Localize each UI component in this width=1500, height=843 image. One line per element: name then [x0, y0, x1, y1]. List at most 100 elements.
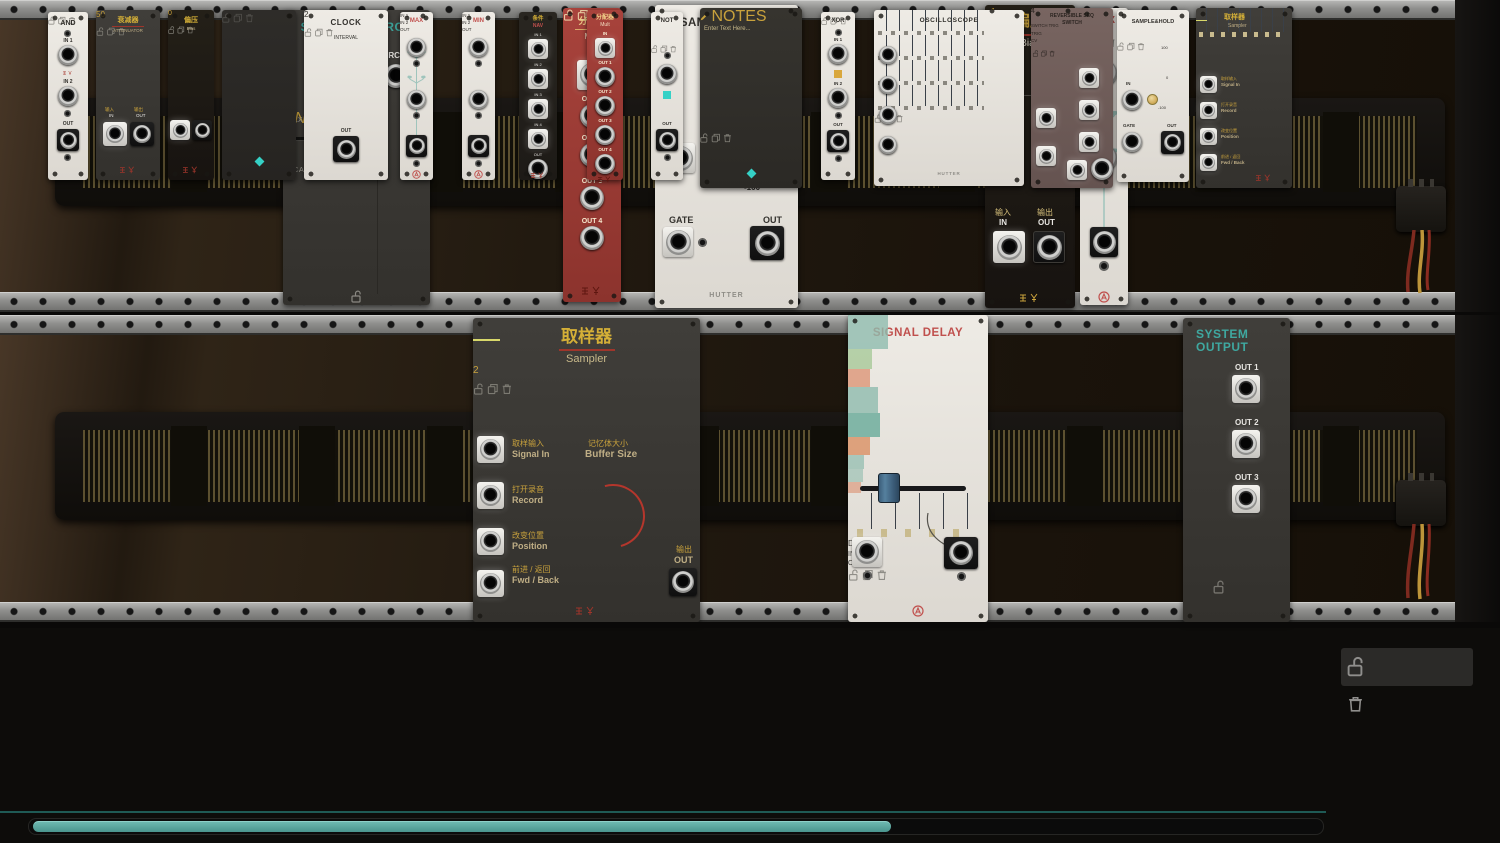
tray-scrollbar-thumb[interactable] — [33, 821, 891, 832]
tray-module-sampler[interactable]: 取样器 Sampler 取样输入 Signal In 打开录音 Record 改… — [1196, 8, 1292, 188]
tray-scrollbar-track[interactable] — [28, 818, 1324, 835]
in-jack[interactable] — [170, 120, 190, 140]
in-jack[interactable] — [657, 64, 677, 84]
unlock-icon[interactable] — [1213, 580, 1224, 594]
step-1-jack[interactable] — [1079, 68, 1099, 88]
clock-knob[interactable] — [319, 64, 373, 118]
tray-module-bias[interactable]: 偏压 Bias 0 — [168, 10, 214, 180]
in-1-jack[interactable] — [828, 44, 848, 64]
record-jack[interactable] — [1200, 102, 1217, 119]
gate-jack[interactable] — [1122, 132, 1142, 152]
position-jack[interactable] — [477, 528, 504, 555]
in-1-jack[interactable] — [407, 38, 426, 57]
in-1-jack[interactable] — [528, 39, 548, 59]
out-jack[interactable] — [57, 129, 79, 151]
out-2-jack[interactable] — [595, 96, 615, 116]
out-4-jack[interactable] — [580, 226, 604, 250]
tray-module-clock[interactable]: CLOCK INTERVAL 2 OUT — [304, 10, 388, 180]
step-4-jack[interactable] — [1067, 160, 1087, 180]
tray-module-sample-hold[interactable]: SAMPLE&HOLD 100 0 -100 IN GATE OUT — [1117, 10, 1189, 182]
tray-module-max[interactable]: MAX IN 1 IN 2 OUT — [400, 12, 433, 180]
out-3-jack[interactable] — [595, 125, 615, 145]
signal-in-jack[interactable] — [1200, 76, 1217, 93]
tray-module-not[interactable]: NOT OUT — [651, 12, 683, 180]
buffer-size-display[interactable]: 2 — [473, 365, 507, 382]
in-2-jack[interactable] — [828, 88, 848, 108]
out-jack[interactable] — [1033, 231, 1065, 263]
tray-module-nav[interactable]: 条件 NAV IN 1 IN 2 IN 3 IN 4 OUT — [519, 12, 557, 180]
tray-module-xor[interactable]: XOR IN 1 IN 2 OUT — [821, 12, 855, 180]
out-jack[interactable] — [192, 120, 212, 140]
module-action-icons[interactable] — [222, 13, 254, 23]
out-jack[interactable] — [669, 568, 697, 596]
tray-module-attenuator[interactable]: 衰减器 ATTENUATOR 50 输入 IN 输出 OUT — [96, 10, 160, 180]
in-1-jack[interactable] — [469, 38, 488, 57]
fwd-back-jack[interactable] — [477, 570, 504, 597]
unlock-icon[interactable] — [351, 290, 361, 303]
in-jack[interactable] — [1122, 90, 1142, 110]
out-1-jack[interactable] — [595, 67, 615, 87]
tray-module-seq-switch[interactable]: REVERSIBLE SEQ SWITCH 4 SWITCH TRIG TRIG… — [1031, 8, 1113, 188]
delay-slider-track[interactable] — [860, 486, 966, 491]
in-jack[interactable] — [852, 537, 882, 567]
out-jack[interactable] — [333, 136, 359, 162]
position-jack[interactable] — [1200, 128, 1217, 145]
module-signal-delay[interactable]: SIGNAL DELAY DELAY IN OUT — [848, 315, 988, 622]
bias-knob[interactable] — [176, 56, 206, 86]
out-4-jack[interactable] — [595, 154, 615, 174]
channel-3-jack[interactable] — [879, 106, 897, 124]
in-jack[interactable] — [993, 231, 1025, 263]
in-2-jack[interactable] — [528, 69, 548, 89]
tray-module-mult[interactable]: 分配器 Mult IN OUT 1 OUT 2 OUT 3 OUT 4 — [587, 10, 623, 180]
module-sampler[interactable]: 取样器 Sampler 取样输入 Signal In 打开录音 Record 改… — [473, 318, 700, 622]
out-jack[interactable] — [750, 226, 784, 260]
in-jack[interactable] — [103, 122, 127, 146]
out-jack[interactable] — [1161, 131, 1184, 154]
tray-module-blank-panel[interactable] — [222, 10, 296, 180]
out-jack[interactable] — [1090, 227, 1118, 257]
out-jack[interactable] — [528, 159, 548, 179]
buffer-size-knob[interactable] — [1256, 108, 1290, 142]
switch-knob[interactable] — [1039, 32, 1075, 68]
in-jack[interactable] — [595, 38, 615, 58]
channel-2-jack[interactable] — [879, 76, 897, 94]
attenuator-knob[interactable] — [108, 60, 148, 100]
gate-jack[interactable] — [663, 227, 693, 257]
module-action-icons[interactable] — [1117, 42, 1145, 51]
module-system-output[interactable]: SYSTEM OUTPUT OUT 1 OUT 2 OUT 3 — [1183, 318, 1290, 622]
record-jack[interactable] — [477, 482, 504, 509]
out-jack[interactable] — [406, 135, 427, 157]
out-jack[interactable] — [1091, 158, 1113, 180]
signal-in-jack[interactable] — [477, 436, 504, 463]
out-jack[interactable] — [944, 537, 978, 569]
out-jack[interactable] — [468, 135, 489, 157]
channel-1-jack[interactable] — [879, 46, 897, 64]
tray-module-notes[interactable]: NOTES Enter Text Here... — [700, 8, 802, 188]
in-1-jack[interactable] — [58, 45, 78, 65]
in-2-jack[interactable] — [58, 86, 78, 106]
trig-jack[interactable] — [1036, 108, 1056, 128]
module-action-icons[interactable] — [700, 133, 732, 143]
delay-slider-handle[interactable] — [878, 473, 900, 503]
step-2-jack[interactable] — [1079, 100, 1099, 120]
out-1-jack[interactable] — [1232, 375, 1260, 403]
in-2-jack[interactable] — [407, 90, 426, 109]
cv-jack[interactable] — [1036, 146, 1056, 166]
out-3-jack[interactable] — [580, 186, 604, 210]
step-3-jack[interactable] — [1079, 132, 1099, 152]
tray-module-oscilloscope[interactable]: OSCILLOSCOPE HUTTER — [874, 10, 1024, 186]
out-jack[interactable] — [827, 130, 849, 152]
out-jack[interactable] — [656, 129, 678, 151]
notes-screen[interactable]: NOTES Enter Text Here... — [700, 8, 790, 130]
tray-module-min[interactable]: MIN IN 1 IN 2 OUT — [462, 12, 495, 180]
in-2-jack[interactable] — [469, 90, 488, 109]
tray-module-and[interactable]: AND IN 1 IN 2 OUT — [48, 12, 88, 180]
out-jack[interactable] — [130, 122, 154, 146]
in-3-jack[interactable] — [528, 99, 548, 119]
out-2-jack[interactable] — [1232, 430, 1260, 458]
fwd-back-jack[interactable] — [1200, 154, 1217, 171]
module-action-icons[interactable] — [651, 45, 677, 53]
channel-4-jack[interactable] — [879, 136, 897, 154]
in-4-jack[interactable] — [528, 129, 548, 149]
out-3-jack[interactable] — [1232, 485, 1260, 513]
